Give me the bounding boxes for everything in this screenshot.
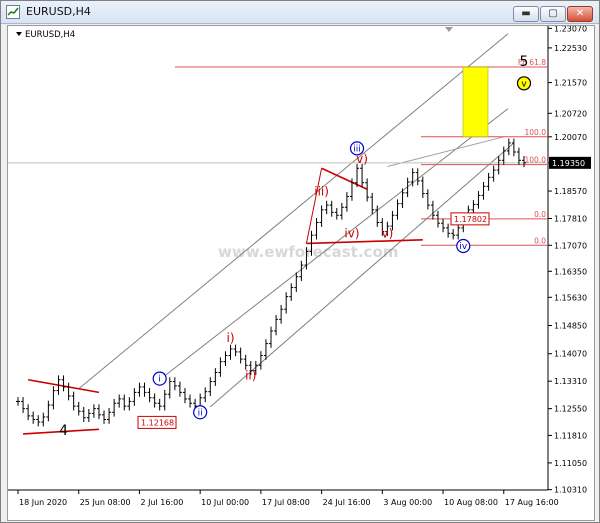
- upper-channel-line: [78, 33, 509, 390]
- y-tick-label: 1.10310: [554, 486, 587, 495]
- fib-level-label: 100.0: [525, 156, 547, 165]
- y-tick-label: 1.23070: [554, 26, 587, 33]
- y-tick-label: 1.15630: [554, 293, 587, 302]
- wave-label-red: ii): [245, 369, 256, 383]
- x-tick-label: 10 Jul 00:00: [201, 498, 249, 507]
- x-tick-label: 17 Aug 16:00: [505, 498, 559, 507]
- y-tick-label: 1.22530: [554, 44, 587, 53]
- symbol-dropdown-icon: [16, 32, 22, 36]
- y-tick-label: 1.16350: [554, 267, 587, 276]
- title-bar[interactable]: EURUSD,H4 ▬ ▢ ✕: [1, 1, 599, 24]
- target-zone-box: [462, 66, 489, 138]
- minimize-button[interactable]: ▬: [513, 6, 539, 22]
- y-tick-label: 1.11050: [554, 459, 587, 468]
- y-tick-label: 1.17810: [554, 215, 587, 224]
- wave-label-major: 5: [520, 54, 529, 70]
- y-tick-label: 1.20070: [554, 133, 587, 142]
- price-box-text: 1.12168: [141, 418, 174, 427]
- x-tick-label: 10 Aug 08:00: [444, 498, 498, 507]
- chart-plot-area[interactable]: 1.23070 1.22530 1.21570 1.20720 1.20070 1.193…: [7, 25, 595, 521]
- wave-label-major: 4: [59, 423, 68, 439]
- y-tick-label: 1.20720: [554, 109, 587, 118]
- price-chart: 1.23070 1.22530 1.21570 1.20720 1.20070 1.193…: [8, 26, 591, 507]
- chart-app-icon: [6, 5, 20, 19]
- fib-level-label: 0.0: [534, 210, 546, 219]
- x-tick-label: 24 Jul 16:00: [323, 498, 371, 507]
- wave-label-red: i): [227, 331, 235, 345]
- wave-label-target-text: v: [521, 79, 527, 89]
- chart-shift-marker-icon: [445, 27, 453, 32]
- fib-level-label: 0.0: [534, 236, 546, 245]
- symbol-label: EURUSD,H4: [25, 30, 75, 40]
- chart-window: EURUSD,H4 ▬ ▢ ✕ 1.23070 1.22530 1.21570 1.2…: [0, 0, 600, 523]
- y-tick-label: 1.17070: [554, 241, 587, 250]
- triangle-left-edge: [305, 168, 323, 244]
- wave-label-circle-text: iv: [459, 242, 468, 252]
- y-tick-label: 1.13310: [554, 377, 587, 386]
- fib-level-label: 100.0: [525, 128, 547, 137]
- window-title: EURUSD,H4: [26, 5, 91, 18]
- x-tick-label: 2 Jul 16:00: [140, 498, 183, 507]
- current-price-tag-text: 1.19350: [552, 159, 585, 168]
- wave-label-red: v): [356, 152, 368, 166]
- x-tick-label: 17 Jul 08:00: [262, 498, 310, 507]
- y-tick-label: 1.21570: [554, 79, 587, 88]
- wave-label-red: iv): [344, 227, 359, 241]
- close-button[interactable]: ✕: [567, 6, 593, 22]
- maximize-button[interactable]: ▢: [540, 6, 566, 22]
- wave-label-red: v): [381, 227, 393, 241]
- y-tick-label: 1.12550: [554, 405, 587, 414]
- inner-channel-line: [387, 136, 504, 167]
- wave-label-circle-text: i: [158, 375, 161, 385]
- price-box-text: 1.17802: [454, 215, 487, 224]
- wave-label-circle-text: ii: [198, 408, 203, 418]
- x-tick-label: 18 Jun 2020: [19, 498, 67, 507]
- y-tick-label: 1.11810: [554, 431, 587, 440]
- y-tick-label: 1.14070: [554, 350, 587, 359]
- y-tick-label: 1.18570: [554, 187, 587, 196]
- y-tick-label: 1.14850: [554, 322, 587, 331]
- x-tick-label: 25 Jun 08:00: [80, 498, 131, 507]
- wave-label-red: iii): [314, 184, 329, 198]
- x-tick-label: 3 Aug 00:00: [383, 498, 432, 507]
